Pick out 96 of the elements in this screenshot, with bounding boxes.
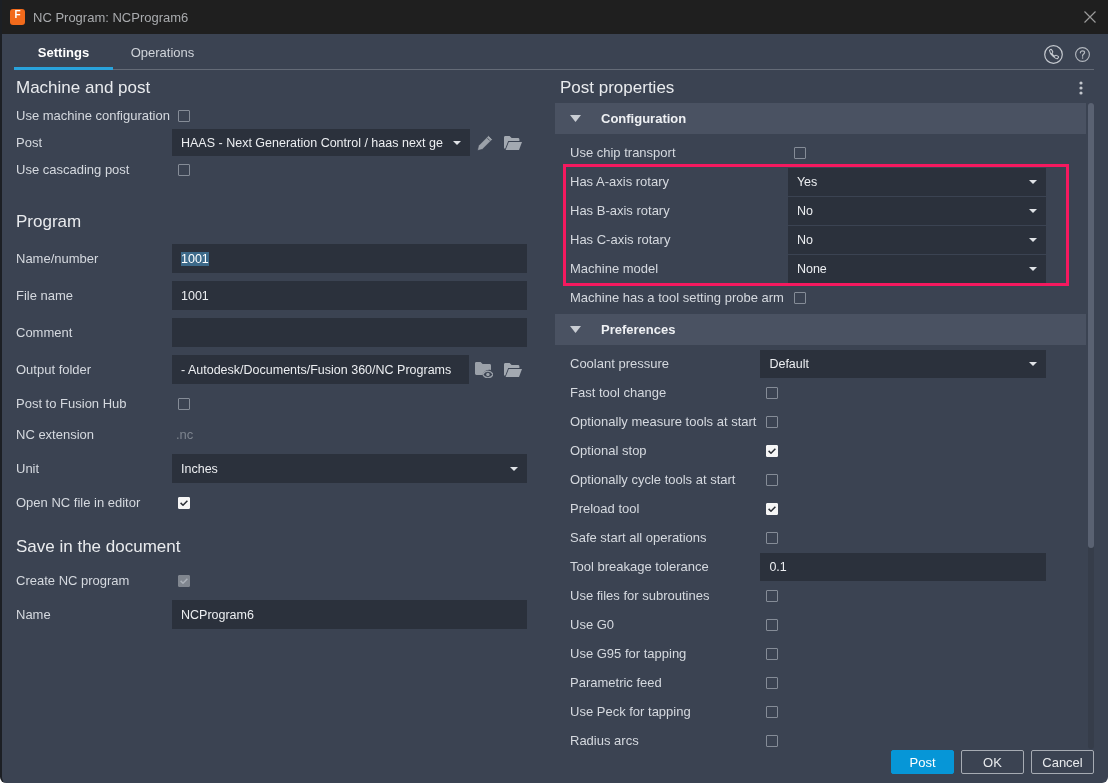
checkmark-icon: [768, 447, 777, 454]
field-label: Unit: [16, 461, 40, 476]
caret-icon: [510, 466, 518, 471]
window-title: NC Program: NCProgram6: [33, 9, 189, 25]
selected-text: 1001: [181, 251, 209, 266]
field-label: Use cascading post: [16, 162, 130, 177]
help-icon[interactable]: [1075, 47, 1090, 62]
input-field[interactable]: 1001: [172, 281, 527, 310]
field-label: Output folder: [16, 362, 92, 377]
input-field[interactable]: - Autodesk/Documents/Fusion 360/NC Programs: [172, 355, 469, 384]
section-heading: Machine and post: [16, 77, 151, 99]
caret-icon: [570, 326, 581, 333]
section-header[interactable]: Configuration: [555, 103, 1086, 134]
field-label: Post: [16, 135, 42, 150]
field-label: NC extension: [16, 427, 95, 442]
field-label: Optionally cycle tools at start: [570, 472, 736, 487]
folder-eye-icon[interactable]: [475, 361, 493, 378]
app-logo: F: [10, 9, 25, 25]
checkbox[interactable]: [766, 705, 779, 718]
checkbox[interactable]: [766, 531, 779, 544]
field-label: Use G0: [570, 617, 615, 632]
dropdown[interactable]: Default: [760, 349, 1046, 378]
field-label: Optional stop: [570, 443, 647, 458]
field-label: Use Peck for tapping: [570, 704, 691, 719]
field-label: Machine model: [570, 261, 659, 276]
field-label: Post to Fusion Hub: [16, 396, 127, 411]
field-label: Optionally measure tools at start: [570, 414, 757, 429]
field-label: File name: [16, 288, 74, 303]
phone-icon[interactable]: [1044, 45, 1063, 64]
field-label: Create NC program: [16, 573, 130, 588]
field-label: Use files for subroutines: [570, 588, 710, 603]
field-label: Machine has a tool setting probe arm: [570, 290, 784, 305]
more-options-icon[interactable]: [1079, 81, 1083, 95]
dropdown[interactable]: HAAS - Next Generation Control / haas next ge: [172, 129, 470, 156]
caret-icon: [1029, 361, 1037, 366]
checkbox[interactable]: [766, 647, 779, 660]
input-field[interactable]: 0.1: [760, 552, 1046, 581]
field-label: Preload tool: [570, 501, 640, 516]
checkbox[interactable]: [766, 676, 779, 689]
folder-icon[interactable]: [504, 362, 522, 377]
field-label: Has B-axis rotary: [570, 203, 670, 218]
caret-icon: [1029, 179, 1037, 184]
section-header[interactable]: Preferences: [555, 314, 1086, 345]
caret-icon: [570, 115, 581, 122]
dialog-button[interactable]: OK: [961, 750, 1024, 774]
scrollbar-thumb[interactable]: [1088, 103, 1094, 548]
dropdown[interactable]: None: [787, 254, 1046, 283]
input-field[interactable]: 1001: [172, 244, 527, 273]
checkbox[interactable]: [766, 473, 779, 486]
field-label: Has A-axis rotary: [570, 174, 669, 189]
field-label: Open NC file in editor: [16, 495, 141, 510]
dialog-button[interactable]: Cancel: [1031, 750, 1094, 774]
checkmark-icon: [180, 577, 188, 584]
field-label: Use chip transport: [570, 145, 676, 160]
tab[interactable]: Operations: [113, 34, 212, 70]
tab[interactable]: Settings: [14, 34, 113, 70]
checkbox[interactable]: [766, 618, 779, 631]
field-label: Coolant pressure: [570, 356, 669, 371]
dropdown[interactable]: No: [787, 196, 1046, 225]
checkbox[interactable]: [178, 109, 190, 122]
caret-icon: [1029, 237, 1037, 242]
checkbox[interactable]: [766, 589, 779, 602]
checkbox[interactable]: [766, 386, 779, 399]
field-label: Name/number: [16, 251, 99, 266]
field-label: Use G95 for tapping: [570, 646, 687, 661]
dropdown[interactable]: Inches: [172, 454, 527, 483]
checkbox[interactable]: [178, 397, 190, 410]
section-heading: Program: [16, 211, 82, 233]
dropdown[interactable]: No: [787, 225, 1046, 254]
field-label: Name: [16, 607, 51, 622]
checkbox[interactable]: [793, 146, 806, 159]
close-icon[interactable]: [1084, 11, 1096, 23]
dropdown[interactable]: Yes: [787, 167, 1046, 196]
field-label: Use machine configuration: [16, 108, 170, 123]
input-field[interactable]: NCProgram6: [172, 600, 527, 629]
readonly-value: .nc: [176, 427, 194, 442]
field-label: Parametric feed: [570, 675, 662, 690]
field-label: Radius arcs: [570, 733, 639, 748]
pencil-icon[interactable]: [477, 134, 493, 151]
caret-icon: [453, 140, 461, 145]
field-label: Comment: [16, 325, 73, 340]
caret-icon: [1029, 266, 1037, 271]
field-label: Safe start all operations: [570, 530, 707, 545]
field-label: Tool breakage tolerance: [570, 559, 709, 574]
checkbox[interactable]: [793, 291, 806, 304]
checkmark-icon: [768, 505, 777, 512]
checkmark-icon: [180, 499, 188, 506]
folder-icon[interactable]: [504, 135, 522, 150]
checkbox[interactable]: [766, 415, 779, 428]
checkbox[interactable]: [178, 163, 190, 176]
caret-icon: [1029, 208, 1037, 213]
section-heading: Save in the document: [16, 536, 181, 558]
checkbox[interactable]: [766, 734, 779, 747]
field-label: Has C-axis rotary: [570, 232, 671, 247]
panel-heading: Post properties: [560, 78, 675, 98]
field-label: Fast tool change: [570, 385, 667, 400]
